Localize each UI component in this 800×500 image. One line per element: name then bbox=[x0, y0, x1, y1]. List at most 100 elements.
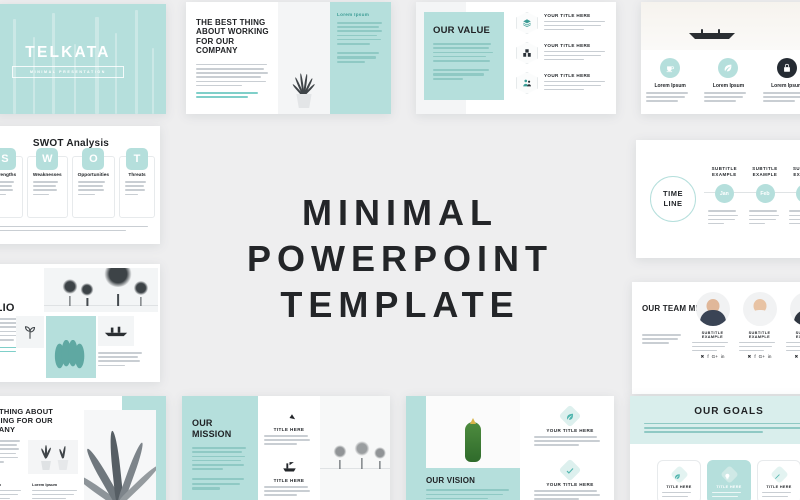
timeline-step-feb[interactable]: SUBTITLE EXAMPLE Feb bbox=[745, 140, 786, 258]
step-lines bbox=[789, 210, 800, 225]
column-title: Lorem Ipsum bbox=[0, 482, 24, 487]
swot-lines bbox=[125, 181, 149, 196]
trio-item-title: Lorem Ipsum bbox=[712, 83, 745, 89]
potted-plants-photo[interactable] bbox=[28, 440, 78, 474]
timeline-label-line-1: TIME bbox=[663, 189, 683, 199]
cactus-photo[interactable] bbox=[426, 396, 520, 468]
boat-icon bbox=[687, 29, 737, 39]
goals-intro-lines bbox=[644, 422, 800, 433]
pen-icon bbox=[769, 465, 789, 484]
hero-line-3: TEMPLATE bbox=[280, 284, 520, 326]
timeline-label-line-2: LINE bbox=[663, 199, 683, 208]
portfolio-photo-sprout[interactable] bbox=[16, 316, 44, 348]
facebook-icon[interactable]: f bbox=[707, 355, 708, 360]
goals-cards: TITLE HERE TITLE HERE TITLE HERE bbox=[638, 460, 800, 500]
value-item-title: YOUR TITLE HERE bbox=[544, 73, 591, 78]
slide-best-thing[interactable]: THE BEST THING ABOUT WORKING FOR OUR COM… bbox=[186, 2, 391, 114]
value-item[interactable]: YOUR TITLE HERE bbox=[516, 72, 610, 94]
slide-portfolio[interactable]: FOLIO bbox=[0, 264, 160, 382]
step-caption: SUBTITLE EXAMPLE bbox=[749, 166, 782, 178]
google-plus-icon[interactable]: G+ bbox=[759, 355, 765, 360]
vision-item-title: YOUR TITLE HERE bbox=[546, 428, 594, 433]
mission-winter-photo[interactable] bbox=[320, 396, 390, 500]
goal-card[interactable]: TITLE HERE bbox=[757, 460, 800, 500]
trio-item[interactable]: Lorem Ipsum bbox=[758, 58, 800, 105]
mission-lines-bold bbox=[192, 477, 248, 490]
avatar bbox=[695, 292, 730, 326]
column: Lorem Ipsum bbox=[0, 482, 24, 500]
column-title: Lorem Ipsum bbox=[32, 482, 58, 487]
our-vision-heading: OUR VISION bbox=[426, 476, 476, 485]
timeline-step-mar[interactable]: SUBTITLE EXAMPLE Mar bbox=[785, 140, 800, 258]
goal-card[interactable]: TITLE HERE bbox=[657, 460, 701, 500]
value-item-lines bbox=[544, 80, 610, 91]
slide-our-mission[interactable]: OUR MISSION TITLE HERE TITLE HERE bbox=[182, 396, 390, 500]
twitter-icon[interactable]: ✖ bbox=[748, 355, 752, 360]
google-plus-icon[interactable]: G+ bbox=[712, 355, 718, 360]
link-lines[interactable] bbox=[196, 92, 270, 99]
timeline-step-jan[interactable]: SUBTITLE EXAMPLE Jan bbox=[704, 140, 745, 258]
vision-item[interactable]: YOUR TITLE HERE bbox=[534, 458, 606, 500]
slide-best-thing-alt[interactable]: BEST THING ABOUT WORKING FOR OUR COMPANY bbox=[0, 396, 166, 500]
portfolio-photo-boat[interactable] bbox=[98, 316, 134, 346]
portfolio-photo-coral[interactable] bbox=[46, 316, 96, 378]
layers-icon bbox=[516, 12, 538, 34]
panel-title: Lorem Ipsum bbox=[337, 12, 370, 17]
social-links[interactable]: ✖ f G+ in bbox=[786, 355, 800, 360]
twitter-icon[interactable]: ✖ bbox=[701, 355, 705, 360]
linkedin-icon[interactable]: in bbox=[768, 355, 772, 360]
trio-item[interactable]: Lorem Ipsum bbox=[641, 58, 699, 105]
slide-cover[interactable]: TELKATA MINIMAL PRESENTATION bbox=[0, 4, 166, 114]
swot-letter: S bbox=[0, 148, 16, 170]
trio-item-title: Lorem Ipsum bbox=[654, 83, 686, 89]
aloe-photo[interactable] bbox=[84, 410, 156, 500]
value-item[interactable]: YOUR TITLE HERE bbox=[516, 42, 610, 64]
team-body-lines bbox=[642, 334, 684, 347]
mission-lines bbox=[192, 447, 248, 470]
swot-card-weaknesses[interactable]: W Weaknesses bbox=[26, 148, 68, 218]
hero-line-1: MINIMAL bbox=[302, 192, 498, 233]
social-links[interactable]: ✖ f G+ in bbox=[692, 355, 733, 360]
boat-icon bbox=[282, 462, 296, 472]
slide-our-value[interactable]: OUR VALUE YOUR TITLE HERE YOUR TITLE HER… bbox=[416, 2, 616, 114]
leaf-icon bbox=[558, 404, 582, 428]
trio-item-lines bbox=[704, 92, 752, 102]
body-lines bbox=[0, 440, 22, 465]
value-item[interactable]: YOUR TITLE HERE bbox=[516, 12, 610, 34]
team-member[interactable]: SUBTITLE EXAMPLE ✖ f G+ in bbox=[692, 292, 733, 360]
lake-photo bbox=[641, 2, 800, 50]
social-links[interactable]: ✖ f G+ in bbox=[739, 355, 780, 360]
facebook-icon[interactable]: f bbox=[754, 355, 755, 360]
team-member[interactable]: SUBTITLE EXAMPLE ✖ f G+ in bbox=[739, 292, 780, 360]
trio-item[interactable]: Lorem Ipsum bbox=[699, 58, 757, 105]
brand-name: TELKATA bbox=[25, 44, 111, 61]
portfolio-photo-landscape[interactable] bbox=[44, 268, 158, 312]
vision-item[interactable]: YOUR TITLE HERE bbox=[534, 404, 606, 446]
cover-branding: TELKATA MINIMAL PRESENTATION bbox=[12, 44, 124, 78]
team-member[interactable]: SUBTITLE EXAMPLE ✖ f G+ in bbox=[786, 292, 800, 360]
twitter-icon[interactable]: ✖ bbox=[795, 355, 799, 360]
plant-icon bbox=[54, 445, 72, 470]
slide-boat-trio[interactable]: Lorem Ipsum Lorem Ipsum Lorem Ipsum bbox=[641, 2, 800, 114]
swot-title: Weaknesses bbox=[32, 173, 62, 178]
swot-card-threats[interactable]: T Threats bbox=[119, 148, 156, 218]
swot-card-opportunities[interactable]: O Opportunities bbox=[71, 148, 116, 218]
mission-item-lines bbox=[264, 485, 314, 496]
goal-card-active[interactable]: TITLE HERE bbox=[707, 460, 751, 500]
column-lines bbox=[32, 489, 80, 500]
swot-card-strengths[interactable]: S Strengths bbox=[0, 148, 23, 218]
mission-item[interactable]: TITLE HERE bbox=[264, 408, 314, 445]
team-members: SUBTITLE EXAMPLE ✖ f G+ in SUBTITLE EXAM… bbox=[692, 292, 800, 360]
swot-lines bbox=[77, 181, 109, 196]
mission-item[interactable]: TITLE HERE bbox=[264, 459, 314, 496]
our-value-heading: OUR VALUE bbox=[433, 25, 491, 36]
slide-timeline[interactable]: TIME LINE SUBTITLE EXAMPLE Jan SUBTITLE … bbox=[636, 140, 800, 258]
linkedin-icon[interactable]: in bbox=[721, 355, 725, 360]
slide-swot-analysis[interactable]: SWOT Analysis S Strengths W Weaknesses O… bbox=[0, 126, 160, 244]
slide-team[interactable]: OUR TEAM MEMBER SUBTITLE EXAMPLE ✖ f G+ … bbox=[632, 282, 800, 394]
slide-our-goals[interactable]: OUR GOALS TITLE HERE TITLE HERE TITLE HE… bbox=[630, 396, 800, 500]
swot-title: Threats bbox=[128, 173, 146, 178]
slide-our-vision[interactable]: OUR VISION YOUR TITLE HERE YOUR TITLE HE… bbox=[406, 396, 614, 500]
best-thing-alt-columns: Lorem Ipsum Lorem Ipsum bbox=[0, 482, 80, 500]
plant-icon bbox=[38, 445, 54, 470]
